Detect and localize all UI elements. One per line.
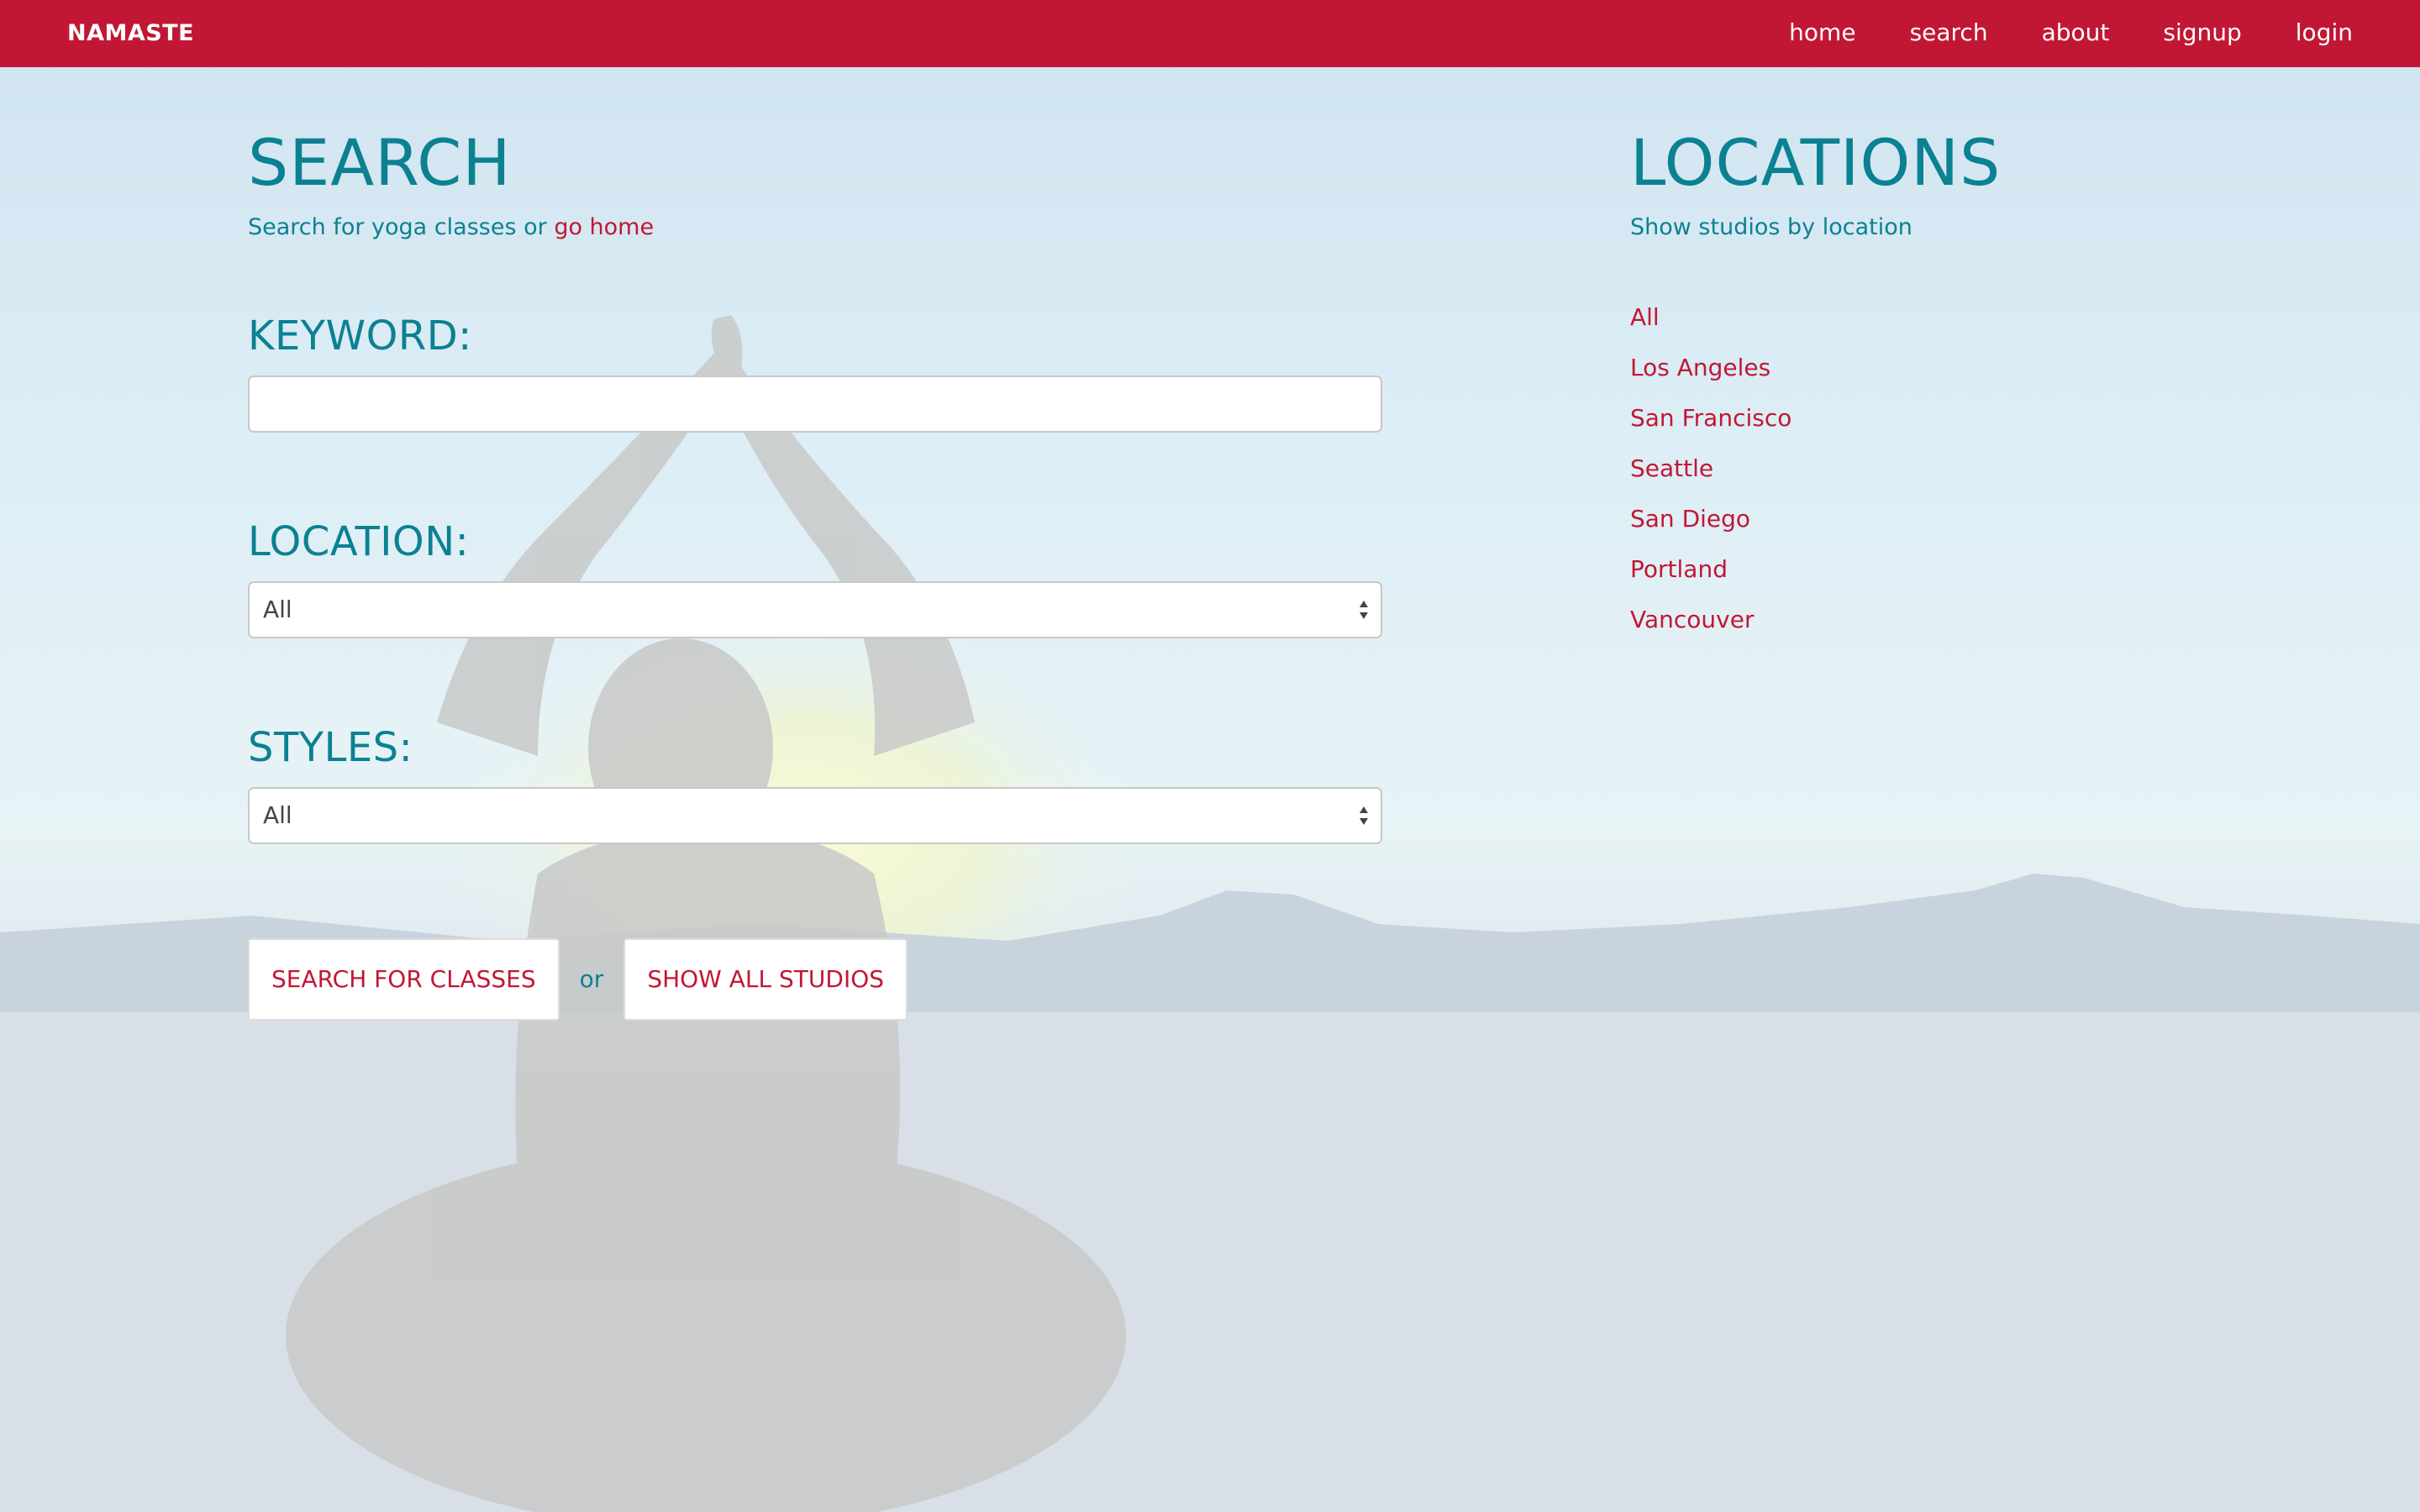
location-link-all[interactable]: All: [1630, 303, 1660, 331]
go-home-link[interactable]: go home: [554, 214, 654, 240]
locations-panel: LOCATIONS Show studios by location All L…: [1630, 126, 2218, 645]
nav-signup-link[interactable]: signup: [2136, 0, 2268, 67]
nav-links: home search about signup login: [1762, 0, 2353, 67]
select-arrows-icon: [1360, 600, 1368, 619]
nav-login-link[interactable]: login: [2269, 0, 2353, 67]
locations-title: LOCATIONS: [1630, 125, 2002, 200]
list-item: Seattle: [1630, 444, 2218, 494]
nav-search-link[interactable]: search: [1883, 0, 2015, 67]
styles-label: STYLES:: [248, 723, 413, 771]
location-label: LOCATION:: [248, 518, 470, 566]
nav-about-link[interactable]: about: [2015, 0, 2137, 67]
locations-list: All Los Angeles San Francisco Seattle Sa…: [1630, 292, 2218, 645]
location-select-value: All: [263, 595, 292, 623]
location-link-san-diego[interactable]: San Diego: [1630, 505, 1750, 533]
show-all-studios-button[interactable]: SHOW ALL STUDIOS: [623, 937, 908, 1021]
search-for-classes-button[interactable]: SEARCH FOR CLASSES: [248, 937, 560, 1021]
brand-logo[interactable]: NAMASTE: [67, 0, 194, 67]
select-arrows-icon: [1360, 806, 1368, 825]
keyword-input[interactable]: [248, 375, 1382, 433]
styles-select-value: All: [263, 801, 292, 829]
list-item: Portland: [1630, 544, 2218, 595]
list-item: Los Angeles: [1630, 343, 2218, 393]
list-item: San Francisco: [1630, 393, 2218, 444]
or-separator: or: [579, 965, 604, 994]
list-item: San Diego: [1630, 494, 2218, 544]
locations-subtitle: Show studios by location: [1630, 214, 1912, 241]
location-link-vancouver[interactable]: Vancouver: [1630, 606, 1754, 633]
location-link-los-angeles[interactable]: Los Angeles: [1630, 354, 1770, 381]
list-item: All: [1630, 292, 2218, 343]
search-subtitle-text: Search for yoga classes or: [248, 214, 555, 241]
location-link-san-francisco[interactable]: San Francisco: [1630, 404, 1791, 432]
top-navbar: NAMASTE home search about signup login: [0, 0, 2420, 67]
search-actions: SEARCH FOR CLASSES or SHOW ALL STUDIOS: [248, 937, 1382, 1021]
list-item: Vancouver: [1630, 595, 2218, 645]
search-title: SEARCH: [248, 125, 512, 200]
styles-select[interactable]: All: [248, 786, 1382, 844]
location-link-seattle[interactable]: Seattle: [1630, 454, 1713, 482]
location-link-portland[interactable]: Portland: [1630, 555, 1728, 583]
main-content: SEARCH Search for yoga classes or go hom…: [0, 67, 2420, 1512]
search-panel: SEARCH Search for yoga classes or go hom…: [248, 126, 1382, 1021]
keyword-label: KEYWORD:: [248, 312, 472, 360]
search-subtitle: Search for yoga classes or go home: [248, 214, 1382, 240]
nav-home-link[interactable]: home: [1762, 0, 1882, 67]
location-select[interactable]: All: [248, 580, 1382, 638]
